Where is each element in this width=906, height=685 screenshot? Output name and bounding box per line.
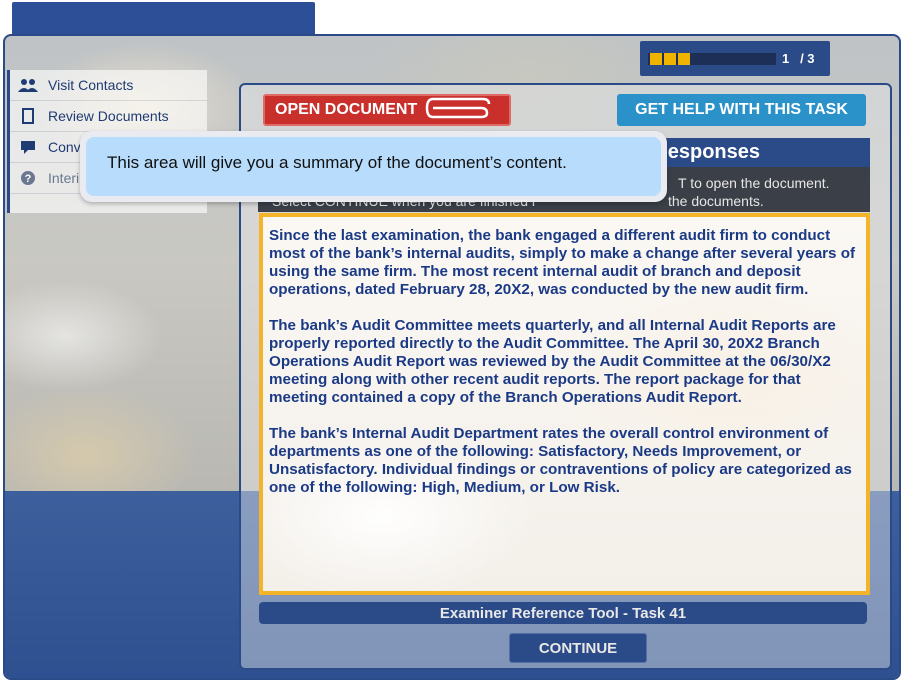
progress-track <box>648 53 776 65</box>
progress-segment <box>678 53 690 65</box>
svg-text:?: ? <box>25 173 32 185</box>
summary-paragraph: The bank’s Internal Audit Department rat… <box>269 425 852 496</box>
tooltip-text: This area will give you a summary of the… <box>86 137 661 196</box>
progress-indicator: 1 / 3 <box>640 41 830 76</box>
summary-paragraph: Since the last examination, the bank eng… <box>269 227 856 298</box>
sidebar-item-label: Visit Contacts <box>48 77 134 93</box>
progress-label: 1 / 3 <box>782 51 815 66</box>
sidebar-item-review-documents[interactable]: Review Documents <box>10 101 207 132</box>
document-icon <box>18 106 38 126</box>
progress-segment <box>650 53 662 65</box>
sidebar-item-label: Conv <box>48 139 81 155</box>
instruction-line: T to open the document. <box>678 175 830 191</box>
sidebar-item-label: Review Documents <box>48 108 169 124</box>
summary-tooltip: This area will give you a summary of the… <box>80 131 667 202</box>
chat-icon <box>18 137 38 157</box>
help-icon: ? <box>18 168 38 188</box>
summary-paragraph: The bank’s Audit Committee meets quarter… <box>269 317 836 406</box>
open-document-button[interactable]: OPEN DOCUMENT <box>263 94 511 126</box>
progress-segment <box>664 53 676 65</box>
people-icon <box>18 75 38 95</box>
reference-tool-title: Examiner Reference Tool - Task 41 <box>259 602 867 624</box>
sidebar-item-visit-contacts[interactable]: Visit Contacts <box>10 70 207 101</box>
open-document-label: OPEN DOCUMENT <box>275 101 418 118</box>
instruction-line: the documents. <box>668 193 764 209</box>
document-summary: Since the last examination, the bank eng… <box>259 213 870 595</box>
get-help-button[interactable]: GET HELP WITH THIS TASK <box>617 94 866 126</box>
continue-button[interactable]: CONTINUE <box>509 633 647 663</box>
sidebar-item-label: Interi <box>48 170 80 186</box>
paperclip-icon <box>425 97 491 124</box>
